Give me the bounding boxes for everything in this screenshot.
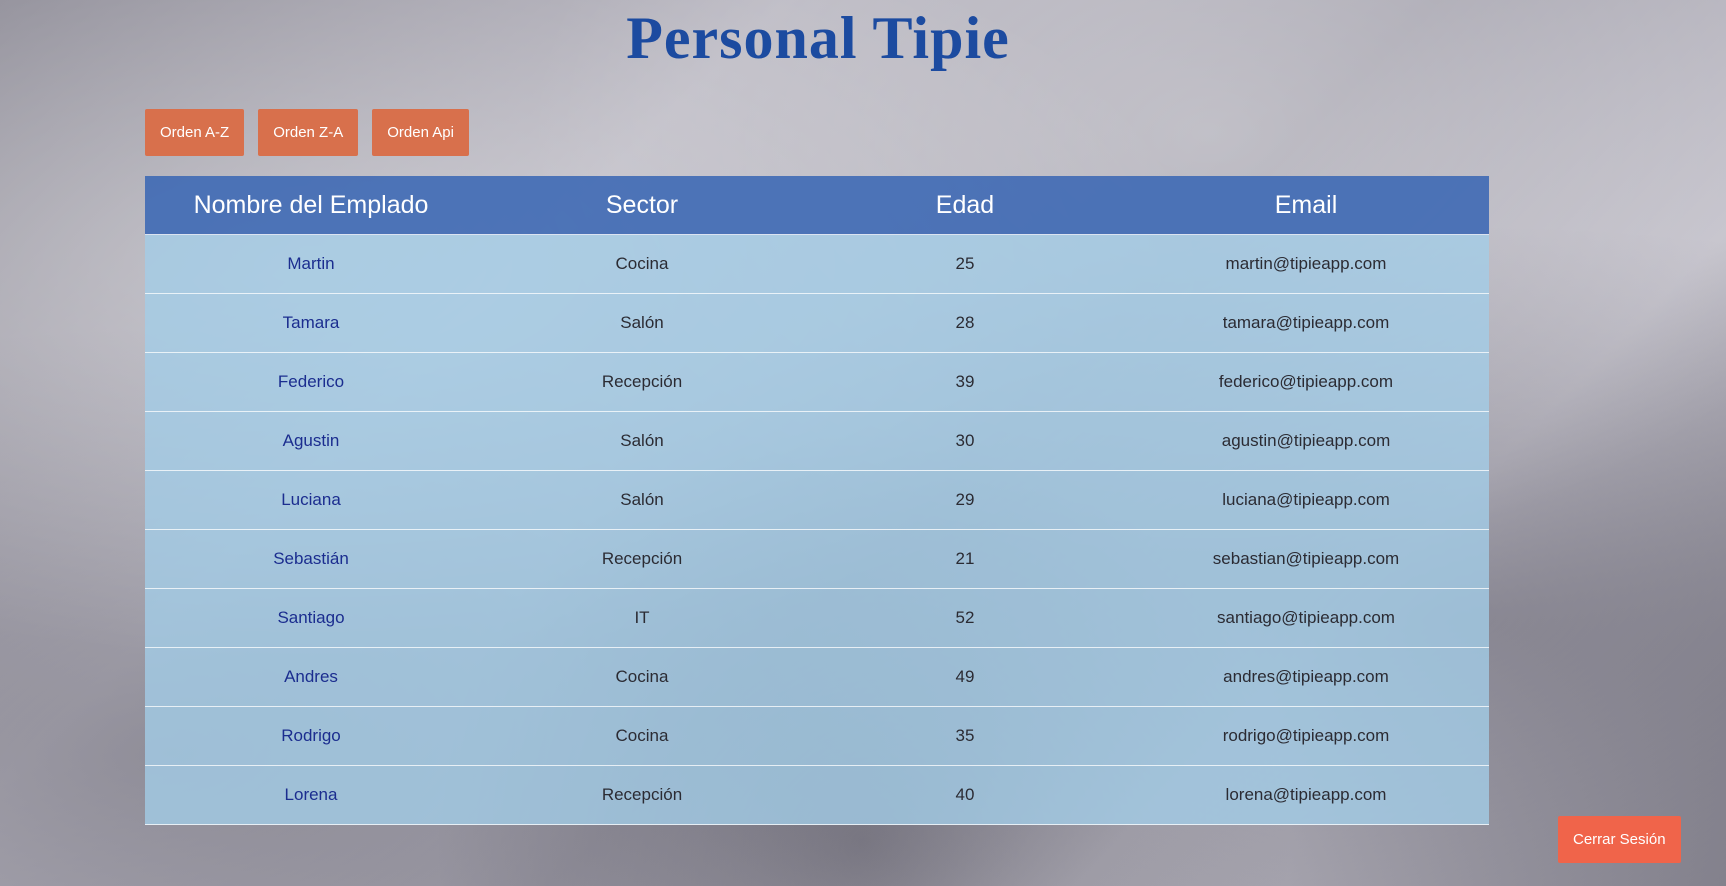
table-row: Sebastián Recepción 21 sebastian@tipieap… [145,529,1489,589]
sort-za-button[interactable]: Orden Z-A [258,109,359,156]
cell-name: Martin [145,234,477,294]
logout-button[interactable]: Cerrar Sesión [1558,816,1681,863]
cell-name: Federico [145,352,477,412]
table-row: Luciana Salón 29 luciana@tipieapp.com [145,470,1489,530]
header-name: Nombre del Emplado [145,176,477,235]
sort-toolbar: Orden A-Z Orden Z-A Orden Api [145,109,469,156]
header-age: Edad [807,176,1123,235]
cell-sector: Cocina [477,647,807,707]
cell-name: Tamara [145,293,477,353]
table-row: Rodrigo Cocina 35 rodrigo@tipieapp.com [145,706,1489,766]
cell-age: 28 [807,293,1123,353]
cell-age: 29 [807,470,1123,530]
table-row: Federico Recepción 39 federico@tipieapp.… [145,352,1489,412]
cell-name: Luciana [145,470,477,530]
cell-sector: Recepción [477,529,807,589]
table-row: Tamara Salón 28 tamara@tipieapp.com [145,293,1489,353]
table-body: Martin Cocina 25 martin@tipieapp.com Tam… [145,234,1489,825]
cell-age: 25 [807,234,1123,294]
cell-sector: Salón [477,293,807,353]
table-row: Martin Cocina 25 martin@tipieapp.com [145,234,1489,294]
cell-name: Sebastián [145,529,477,589]
cell-email: luciana@tipieapp.com [1123,470,1489,530]
cell-sector: Recepción [477,352,807,412]
header-email: Email [1123,176,1489,235]
cell-email: rodrigo@tipieapp.com [1123,706,1489,766]
cell-age: 30 [807,411,1123,471]
cell-age: 52 [807,588,1123,648]
table-row: Andres Cocina 49 andres@tipieapp.com [145,647,1489,707]
cell-age: 39 [807,352,1123,412]
page-title: Personal Tipie [626,5,1010,71]
cell-email: sebastian@tipieapp.com [1123,529,1489,589]
cell-sector: Recepción [477,765,807,825]
cell-age: 35 [807,706,1123,766]
cell-sector: Cocina [477,234,807,294]
cell-age: 49 [807,647,1123,707]
cell-age: 40 [807,765,1123,825]
cell-name: Agustin [145,411,477,471]
table-row: Santiago IT 52 santiago@tipieapp.com [145,588,1489,648]
header-sector: Sector [477,176,807,235]
cell-email: agustin@tipieapp.com [1123,411,1489,471]
cell-email: lorena@tipieapp.com [1123,765,1489,825]
cell-sector: Salón [477,470,807,530]
cell-sector: Cocina [477,706,807,766]
cell-email: tamara@tipieapp.com [1123,293,1489,353]
cell-sector: Salón [477,411,807,471]
cell-name: Santiago [145,588,477,648]
table-header: Nombre del Emplado Sector Edad Email [145,176,1489,235]
cell-sector: IT [477,588,807,648]
cell-name: Andres [145,647,477,707]
cell-name: Lorena [145,765,477,825]
table-row: Agustin Salón 30 agustin@tipieapp.com [145,411,1489,471]
cell-age: 21 [807,529,1123,589]
sort-api-button[interactable]: Orden Api [372,109,469,156]
employee-table-container: Nombre del Emplado Sector Edad Email Mar… [145,176,1489,825]
sort-az-button[interactable]: Orden A-Z [145,109,245,156]
cell-email: federico@tipieapp.com [1123,352,1489,412]
cell-name: Rodrigo [145,706,477,766]
table-row: Lorena Recepción 40 lorena@tipieapp.com [145,765,1489,825]
cell-email: andres@tipieapp.com [1123,647,1489,707]
employee-table: Nombre del Emplado Sector Edad Email Mar… [145,176,1489,825]
cell-email: santiago@tipieapp.com [1123,588,1489,648]
cell-email: martin@tipieapp.com [1123,234,1489,294]
header-row: Nombre del Emplado Sector Edad Email [145,176,1489,235]
